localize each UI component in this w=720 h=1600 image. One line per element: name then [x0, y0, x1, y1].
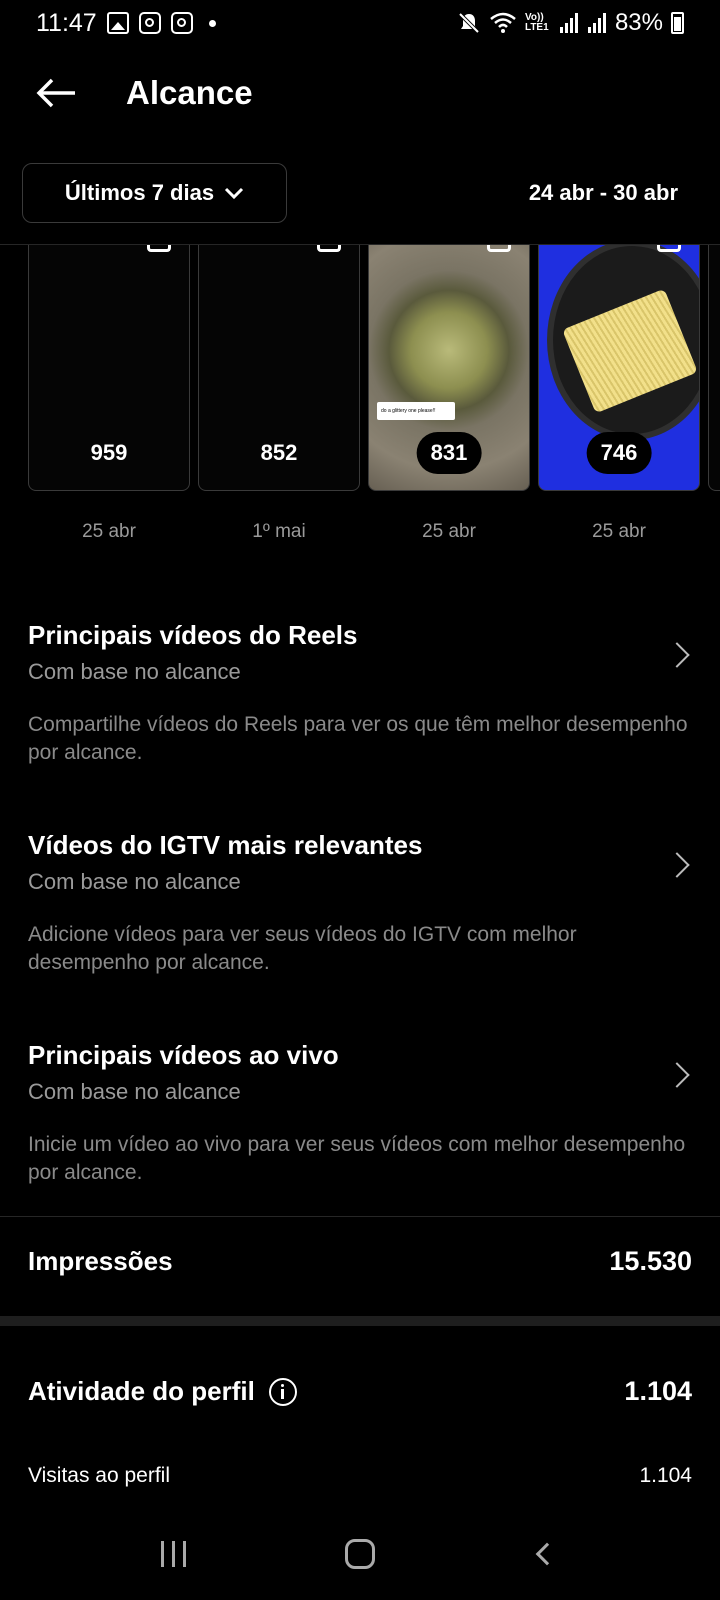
profile-activity-row: Atividade do perfil 1.104: [28, 1376, 692, 1407]
section-description: Inicie um vídeo ao vivo para ver seus ví…: [28, 1133, 686, 1184]
section-title: Principais vídeos ao vivo: [28, 1040, 339, 1070]
mute-icon: [458, 12, 480, 34]
dot-icon: [208, 19, 216, 27]
thumbnail-date: 25 abr: [422, 521, 476, 542]
section-subtitle: Com base no alcance: [28, 1079, 241, 1104]
profile-visits-row: Visitas ao perfil 1.104: [28, 1464, 692, 1488]
status-bar: 11:47 Vo)) LTE1 83%: [0, 0, 720, 46]
section-description: Adicione vídeos para ver seus vídeos do …: [28, 923, 577, 974]
section-top-live[interactable]: Principais vídeos ao vivo Com base no al…: [28, 1040, 692, 1187]
content-thumbnail[interactable]: [708, 245, 720, 491]
filter-row: Últimos 7 dias 24 abr - 30 abr: [0, 163, 720, 223]
reels-icon: [657, 245, 681, 252]
profile-activity-label: Atividade do perfil: [28, 1376, 255, 1406]
network-label: Vo)) LTE1: [524, 12, 549, 33]
page-title: Alcance: [126, 74, 253, 111]
content-thumbnail[interactable]: 959: [28, 245, 190, 491]
profile-activity-label-group: Atividade do perfil: [28, 1376, 297, 1407]
section-separator: [0, 1316, 720, 1326]
header: Alcance: [0, 58, 720, 128]
home-icon: [344, 1539, 375, 1569]
comment-sticker: do a glittery one please!!: [377, 402, 455, 420]
reach-count: 746: [586, 432, 652, 474]
date-range-text: 24 abr - 30 abr: [528, 180, 678, 205]
section-subtitle: Com base no alcance: [28, 869, 241, 894]
top-content-carousel[interactable]: 959 25 abr 852 1º mai do a glittery one …: [28, 245, 720, 545]
section-subtitle: Com base no alcance: [28, 659, 241, 684]
status-left: 11:47: [36, 9, 216, 38]
section-top-reels[interactable]: Principais vídeos do Reels Com base no a…: [28, 620, 692, 767]
info-icon[interactable]: [268, 1377, 297, 1406]
status-right: Vo)) LTE1 83%: [457, 9, 684, 37]
home-button[interactable]: [320, 1524, 400, 1584]
recent-apps-icon: [160, 1541, 186, 1567]
profile-activity-value: 1.104: [624, 1376, 692, 1406]
impressions-label: Impressões: [28, 1246, 173, 1276]
section-title: Vídeos do IGTV mais relevantes: [28, 830, 423, 860]
reach-count: 959: [90, 440, 128, 465]
content-thumbnail[interactable]: 746: [538, 245, 700, 491]
reels-icon: [147, 245, 171, 252]
status-time: 11:47: [36, 8, 97, 37]
battery-percent: 83%: [614, 9, 663, 36]
system-nav-bar: [0, 1508, 720, 1600]
section-title: Principais vídeos do Reels: [28, 620, 358, 650]
recent-apps-button[interactable]: [133, 1524, 213, 1584]
reach-count: 852: [260, 440, 298, 465]
profile-visits-value: 1.104: [639, 1464, 692, 1487]
range-label: Últimos 7 dias: [64, 180, 215, 205]
reach-count: 831: [416, 432, 482, 474]
instagram-icon: [170, 12, 193, 34]
chevron-down-icon: [225, 187, 244, 200]
gallery-icon: [106, 12, 129, 34]
section-top-igtv[interactable]: Vídeos do IGTV mais relevantes Com base …: [28, 830, 692, 977]
signal-icon: [587, 13, 606, 33]
impressions-row: Impressões 15.530: [28, 1246, 692, 1277]
section-description: Compartilhe vídeos do Reels para ver os …: [28, 713, 688, 764]
content-thumbnail[interactable]: do a glittery one please!! 831: [368, 245, 530, 491]
thumbnail-date: 25 abr: [592, 521, 646, 542]
thumbnail-date: 25 abr: [82, 521, 136, 542]
content-thumbnail[interactable]: 852: [198, 245, 360, 491]
back-button[interactable]: [16, 58, 96, 128]
thumbnail-date: 1º mai: [252, 521, 306, 542]
wifi-icon: [490, 12, 516, 33]
divider: [0, 1216, 720, 1217]
back-chevron-icon: [535, 1542, 558, 1566]
battery-icon: [671, 12, 684, 34]
arrow-left-icon: [36, 78, 75, 108]
reels-icon: [487, 245, 511, 252]
reels-icon: [317, 245, 341, 252]
system-back-button[interactable]: [507, 1524, 587, 1584]
date-range-dropdown[interactable]: Últimos 7 dias: [22, 163, 287, 223]
impressions-value: 15.530: [609, 1246, 692, 1276]
profile-visits-label: Visitas ao perfil: [28, 1464, 171, 1487]
signal-icon: [559, 13, 578, 33]
instagram-icon: [138, 12, 161, 34]
